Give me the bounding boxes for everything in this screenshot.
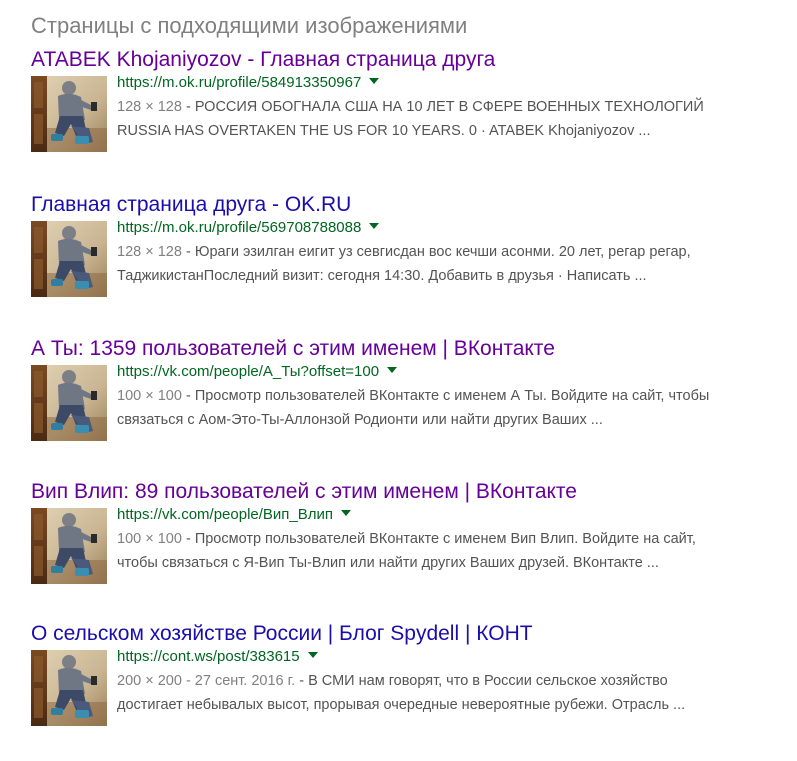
snippet-meta: 100 × 100	[117, 388, 182, 404]
caret-down-icon[interactable]	[369, 78, 380, 85]
snippet-line-1: 100 × 100 - Просмотр пользователей ВКонт…	[117, 531, 696, 547]
result-thumbnail[interactable]	[31, 650, 107, 726]
snippet-line-1: 200 × 200 - 27 сент. 2016 г. - В СМИ нам…	[117, 673, 668, 689]
snippet-text: РОССИЯ ОБОГНАЛА США НА 10 ЛЕТ В СФЕРЕ ВО…	[194, 99, 704, 115]
snippet-line-2: ТаджикистанПоследний визит: сегодня 14:3…	[117, 268, 647, 284]
snippet-text: В СМИ нам говорят, что в России сельское…	[308, 673, 668, 689]
result-thumbnail[interactable]	[31, 508, 107, 584]
result-url[interactable]: https://m.ok.ru/profile/584913350967	[117, 74, 361, 91]
result-title-link[interactable]: Главная страница друга - OK.RU	[31, 192, 351, 218]
snippet-meta: 200 × 200 - 27 сент. 2016 г.	[117, 673, 296, 689]
result-url[interactable]: https://vk.com/people/А_Ты?offset=100	[117, 363, 379, 380]
snippet-line-2: достигает небывалых высот, прорывая очер…	[117, 697, 686, 713]
section-title: Страницы с подходящими изображениями	[31, 13, 468, 38]
result-url-line: https://vk.com/people/Вип_Влип	[117, 505, 352, 525]
snippet-line-1: 128 × 128 - РОССИЯ ОБОГНАЛА США НА 10 ЛЕ…	[117, 99, 704, 115]
result-title-link[interactable]: О сельском хозяйстве России | Блог Spyde…	[31, 621, 533, 647]
result-url[interactable]: https://cont.ws/post/383615	[117, 648, 300, 665]
snippet-meta: 100 × 100	[117, 531, 182, 547]
caret-down-icon[interactable]	[341, 510, 352, 517]
result-snippet: 100 × 100 - Просмотр пользователей ВКонт…	[117, 527, 787, 575]
snippet-text: Просмотр пользователей ВКонтакте с имене…	[194, 388, 710, 404]
snippet-line-2: связаться с Аом-Это-Ты-Аллонзой Родионти…	[117, 412, 603, 428]
result-snippet: 100 × 100 - Просмотр пользователей ВКонт…	[117, 384, 787, 432]
result-snippet: 128 × 128 - Юраги эзилган еигит уз севги…	[117, 240, 787, 288]
snippet-line-1: 128 × 128 - Юраги эзилган еигит уз севги…	[117, 244, 691, 260]
result-thumbnail[interactable]	[31, 365, 107, 441]
result-thumbnail[interactable]	[31, 76, 107, 152]
snippet-line-2: RUSSIA HAS OVERTAKEN THE US FOR 10 YEARS…	[117, 123, 651, 139]
result-snippet: 128 × 128 - РОССИЯ ОБОГНАЛА США НА 10 ЛЕ…	[117, 95, 787, 143]
snippet-meta: 128 × 128	[117, 99, 182, 115]
snippet-text: Просмотр пользователей ВКонтакте с имене…	[194, 531, 696, 547]
caret-down-icon[interactable]	[369, 223, 380, 230]
snippet-line-2: чтобы связаться с Я-Вип Ты-Влип или найт…	[117, 555, 659, 571]
snippet-meta: 128 × 128	[117, 244, 182, 260]
result-url[interactable]: https://vk.com/people/Вип_Влип	[117, 506, 333, 523]
result-url-line: https://cont.ws/post/383615	[117, 647, 318, 667]
result-url[interactable]: https://m.ok.ru/profile/569708788088	[117, 219, 361, 236]
result-thumbnail[interactable]	[31, 221, 107, 297]
result-title-link[interactable]: Вип Влип: 89 пользователей с этим именем…	[31, 479, 577, 505]
result-snippet: 200 × 200 - 27 сент. 2016 г. - В СМИ нам…	[117, 669, 787, 717]
result-url-line: https://m.ok.ru/profile/584913350967	[117, 73, 380, 93]
caret-down-icon[interactable]	[387, 367, 398, 374]
result-url-line: https://m.ok.ru/profile/569708788088	[117, 218, 380, 238]
snippet-line-1: 100 × 100 - Просмотр пользователей ВКонт…	[117, 388, 710, 404]
snippet-text: Юраги эзилган еигит уз севгисдан вос кеч…	[194, 244, 691, 260]
result-title-link[interactable]: А Ты: 1359 пользователей с этим именем |…	[31, 336, 555, 362]
result-url-line: https://vk.com/people/А_Ты?offset=100	[117, 362, 398, 382]
caret-down-icon[interactable]	[307, 652, 318, 659]
result-title-link[interactable]: ATABEK Khojaniyozov - Главная страница д…	[31, 47, 495, 73]
